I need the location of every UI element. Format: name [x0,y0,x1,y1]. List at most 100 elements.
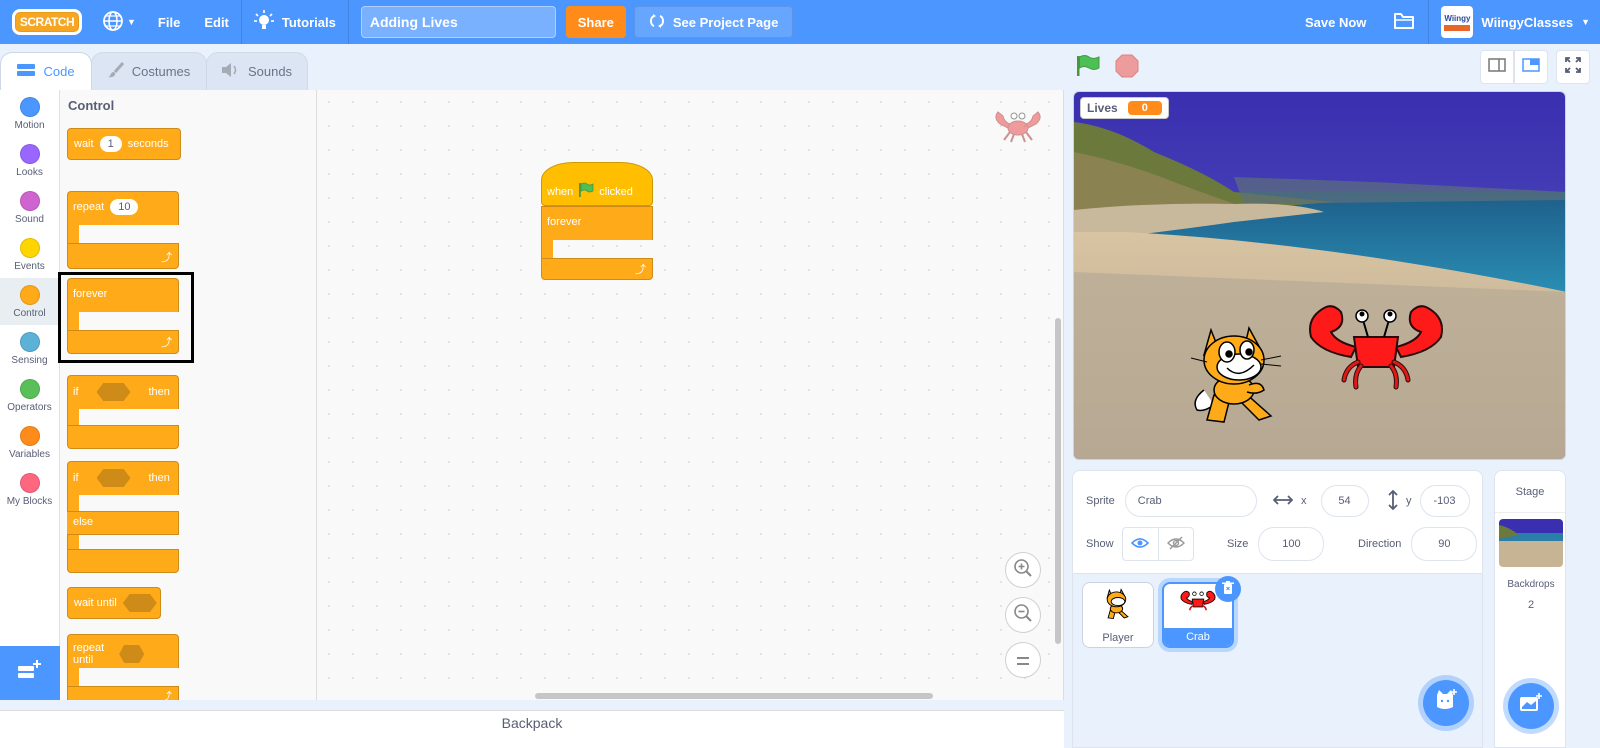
hide-sprite-button[interactable] [1159,528,1193,560]
monitor-value: 0 [1127,101,1162,115]
green-flag-button[interactable] [1075,54,1101,83]
cat-thumbnail-icon [1101,587,1135,624]
code-workspace[interactable]: when clicked forever ⤴ [317,90,1064,700]
sprite-name-input[interactable] [1124,485,1257,517]
caret-down-icon: ▼ [127,17,136,27]
see-project-page-button[interactable]: See Project Page [633,6,794,38]
workspace-horizontal-scrollbar[interactable] [535,693,933,699]
category-sensing[interactable]: Sensing [0,325,59,372]
x-position-input[interactable] [1320,485,1369,517]
account-menu[interactable]: Wiingy WiingyClasses ▼ [1429,0,1600,44]
block-text: when [547,185,574,198]
stage-layout-buttons [1480,50,1590,84]
wait-until-block[interactable]: wait until [67,587,161,619]
my-stuff-button[interactable] [1380,0,1428,44]
block-text: then [148,386,170,398]
speaker-icon [221,63,240,80]
language-menu[interactable]: ▼ [92,0,146,44]
condition-slot[interactable] [96,469,131,487]
file-menu[interactable]: File [146,0,192,44]
condition-slot[interactable] [122,594,157,612]
category-looks[interactable]: Looks [0,137,59,184]
loop-arrow-icon: ⤴ [161,252,172,264]
direction-input[interactable] [1411,527,1478,561]
block-text: wait [74,138,94,150]
lives-variable-monitor[interactable]: Lives 0 [1080,97,1169,119]
category-motion[interactable]: Motion [0,90,59,137]
scratch-logo[interactable]: SCRATCH [12,9,82,35]
category-my-blocks[interactable]: My Blocks [0,466,59,513]
show-sprite-button[interactable] [1123,528,1159,560]
sprite-name-label: Sprite [1086,495,1115,507]
fullscreen-button[interactable] [1556,50,1590,84]
tab-code[interactable]: Code [0,52,92,90]
backdrops-count: 2 [1527,599,1535,611]
scratch-editor: SCRATCH ▼ File Edit Tutorials Share See … [0,0,1600,748]
block-shape [541,240,553,258]
repeat-count-input[interactable]: 10 [110,199,139,215]
player-cat-sprite[interactable] [1189,320,1289,430]
backdrop-thumbnail [1499,519,1563,567]
editor-tabs: Code Costumes Sounds [0,52,308,90]
edit-menu[interactable]: Edit [192,0,241,44]
block-shape [67,549,179,573]
size-input[interactable] [1258,527,1325,561]
tutorials-button[interactable]: Tutorials [242,0,348,44]
normal-stage-button[interactable] [1514,50,1548,84]
category-operators[interactable]: Operators [0,372,59,419]
small-stage-icon [1488,57,1506,77]
tutorials-label: Tutorials [281,14,336,30]
category-variables[interactable]: Variables [0,419,59,466]
eye-off-icon [1166,536,1185,553]
delete-sprite-button[interactable] [1215,576,1241,602]
category-label: Looks [16,166,43,178]
share-button[interactable]: Share [565,6,626,38]
backpack-panel[interactable]: Backpack [0,710,1064,748]
zoom-reset-button[interactable] [1005,642,1041,678]
condition-slot[interactable] [119,645,145,663]
tab-costumes[interactable]: Costumes [91,52,207,90]
y-position-input[interactable] [1419,485,1470,517]
small-stage-button[interactable] [1480,50,1514,84]
sprite-tile-label: Player [1102,632,1134,644]
save-now-button[interactable]: Save Now [1291,0,1380,44]
zoom-in-button[interactable] [1005,552,1041,588]
username-label: WiingyClasses [1481,14,1574,30]
block-shape [67,535,79,549]
normal-stage-icon [1522,57,1540,77]
zoom-out-button[interactable] [1005,597,1041,633]
remix-arrows-icon [649,13,665,31]
project-title-input[interactable] [360,6,556,38]
stage-canvas[interactable]: Lives 0 [1073,91,1566,460]
condition-slot[interactable] [96,383,131,401]
category-control[interactable]: Control [0,278,59,325]
caret-down-icon: ▼ [1581,17,1590,27]
my-blocks-dot-icon [19,472,40,493]
block-shape [67,495,79,511]
category-sound[interactable]: Sound [0,184,59,231]
avatar-stripe [1444,24,1471,31]
paintbrush-icon [107,62,124,81]
choose-backdrop-button[interactable] [1508,683,1554,729]
size-label: Size [1227,538,1249,550]
sensing-dot-icon [19,331,40,352]
stage-pane-title: Stage [1495,471,1565,513]
block-text: if [73,472,79,484]
sprite-tile-player[interactable]: Player [1082,582,1154,648]
stop-button[interactable] [1115,54,1139,83]
add-extension-button[interactable] [0,646,60,700]
crab-sprite[interactable] [1306,302,1446,402]
choose-sprite-button[interactable] [1423,680,1469,726]
looks-dot-icon [19,143,40,164]
workspace-vertical-scrollbar[interactable] [1055,318,1061,644]
tab-sounds[interactable]: Sounds [206,52,308,90]
trash-icon [1222,580,1234,598]
add-extension-icon [18,660,42,686]
wait-seconds-block[interactable]: wait 1 seconds [67,128,181,160]
wait-seconds-input[interactable]: 1 [99,136,122,152]
x-label: x [1301,495,1307,507]
category-events[interactable]: Events [0,231,59,278]
stage-target-pane[interactable]: Stage Backdrops 2 [1494,470,1566,748]
direction-label: Direction [1358,538,1402,550]
block-text: repeat until [73,642,105,666]
